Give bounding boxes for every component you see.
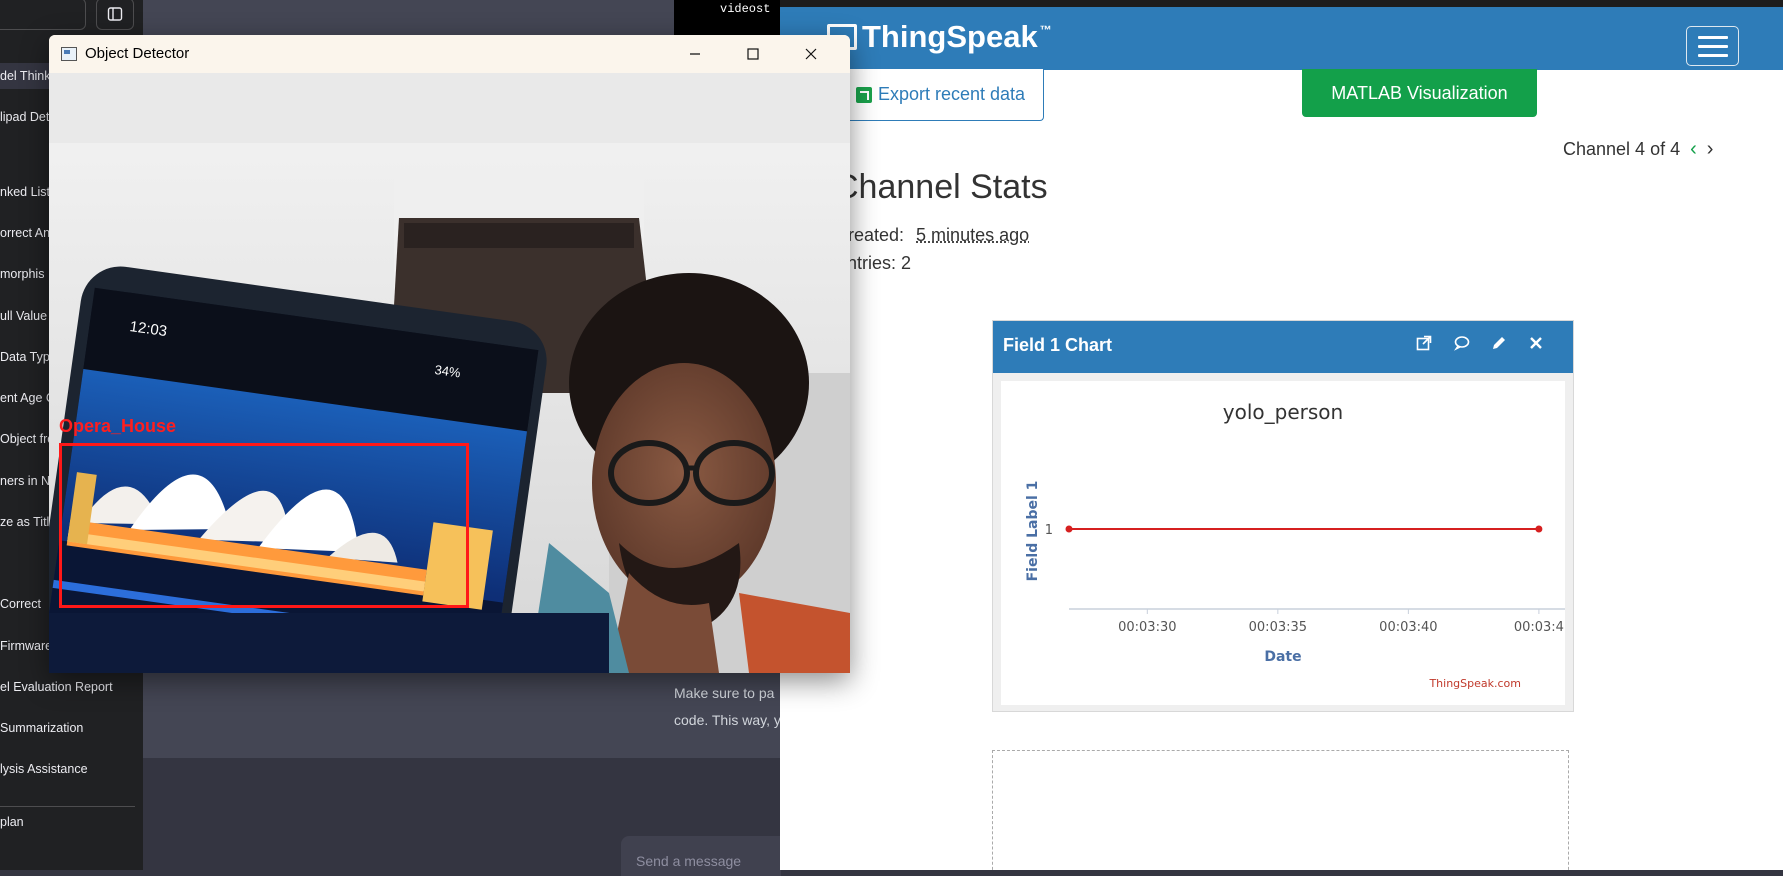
channel-count: Channel 4 of 4 [1563,139,1681,159]
created-value: 5 minutes ago [916,225,1030,245]
x-axis-label: Date [1264,649,1301,665]
export-label: Export recent data [877,84,1026,104]
minimize-icon [690,53,700,55]
data-point [1065,525,1073,533]
sidebar-topbar [0,0,143,32]
thingspeak-navbar: ThingSpeak ™ [780,7,1783,70]
browser-strip [780,0,1783,7]
maximize-button[interactable] [724,35,782,73]
channel-navigation: Channel 4 of 4 ‹ › [1563,138,1713,161]
data-point [1535,525,1543,533]
window-close-button[interactable] [782,35,840,73]
close-icon[interactable] [1525,335,1547,357]
comment-icon[interactable] [1451,335,1473,357]
matlab-visualization-button[interactable]: MATLAB Visualization [1302,69,1537,117]
sidebar-conversation-item[interactable]: Summarization [0,715,143,741]
maximize-icon [747,48,759,60]
detection-bounding-box [59,443,469,608]
message-input[interactable]: Send a message [621,836,781,876]
export-recent-data-button[interactable]: Export recent data [837,69,1044,121]
sidebar-conversation-item[interactable]: plan [0,809,143,835]
chart-panel-title: Field 1 Chart [1003,335,1113,355]
empty-widget-placeholder [992,750,1569,870]
chevron-right-icon[interactable]: › [1707,138,1714,161]
code-text: videost [720,2,771,16]
code-block: videost [674,0,780,40]
chart-credit: ThingSpeak.com [1428,677,1521,690]
sidebar-divider [0,806,135,807]
x-tick-label: 00:03:35 [1249,620,1307,635]
pencil-icon[interactable] [1488,335,1510,357]
message-text: Make sure to pa code. This way, y [674,680,780,734]
message-line: Make sure to pa [674,685,775,701]
chevron-left-icon[interactable]: ‹ [1690,138,1697,161]
x-tick-label: 00:03:30 [1118,620,1176,635]
chart-body: yolo_person Field Label 1 1 00:03:30 00:03:3… [1001,381,1565,705]
open-window-icon[interactable] [1413,335,1435,357]
y-axis-label: Field Label 1 [1025,481,1041,582]
new-chat-button[interactable] [0,0,86,30]
thingspeak-logo[interactable]: ThingSpeak ™ [827,19,1052,55]
camera-frame: 12:03 34% Opera_House [49,73,850,673]
hamburger-menu-button[interactable] [1686,26,1739,66]
window-titlebar[interactable]: Object Detector [49,35,850,73]
matlab-label: MATLAB Visualization [1331,82,1508,103]
external-link-icon [855,86,872,103]
chart-title: yolo_person [1223,400,1343,424]
message-line: code. This way, y [674,712,780,728]
x-tick-label: 00:03:4 [1514,620,1564,635]
close-icon [805,48,817,60]
sidebar-conversation-item[interactable]: el Evaluation Report [0,674,143,700]
window-app-icon [61,47,77,61]
message-placeholder: Send a message [636,853,742,869]
x-tick-label: 00:03:40 [1379,620,1437,635]
minimize-button[interactable] [666,35,724,73]
sidebar-toggle-button[interactable] [96,0,134,30]
object-detector-window: Object Detector 12:03 34% Opera_House [49,35,850,673]
channel-stats-title: Channel Stats [834,168,1048,206]
line-chart: yolo_person Field Label 1 1 00:03:30 00:03:3… [1025,400,1565,690]
chart-header: Field 1 Chart [993,321,1573,373]
sidebar-conversation-item[interactable]: lysis Assistance [0,756,143,782]
sidebar-toggle-icon [107,7,123,21]
y-tick-label: 1 [1045,523,1053,538]
created-stat: Created: 5 minutes ago [835,225,1029,246]
brand-name: ThingSpeak [862,19,1038,54]
detection-label: Opera_House [59,416,177,436]
window-title: Object Detector [85,45,190,62]
field-1-chart-panel: Field 1 Chart yolo_person Field Label 1 1 0… [992,320,1574,712]
thingspeak-page: ThingSpeak ™ Export recent data MATLAB Vi… [780,0,1783,870]
trademark: ™ [1039,23,1052,37]
